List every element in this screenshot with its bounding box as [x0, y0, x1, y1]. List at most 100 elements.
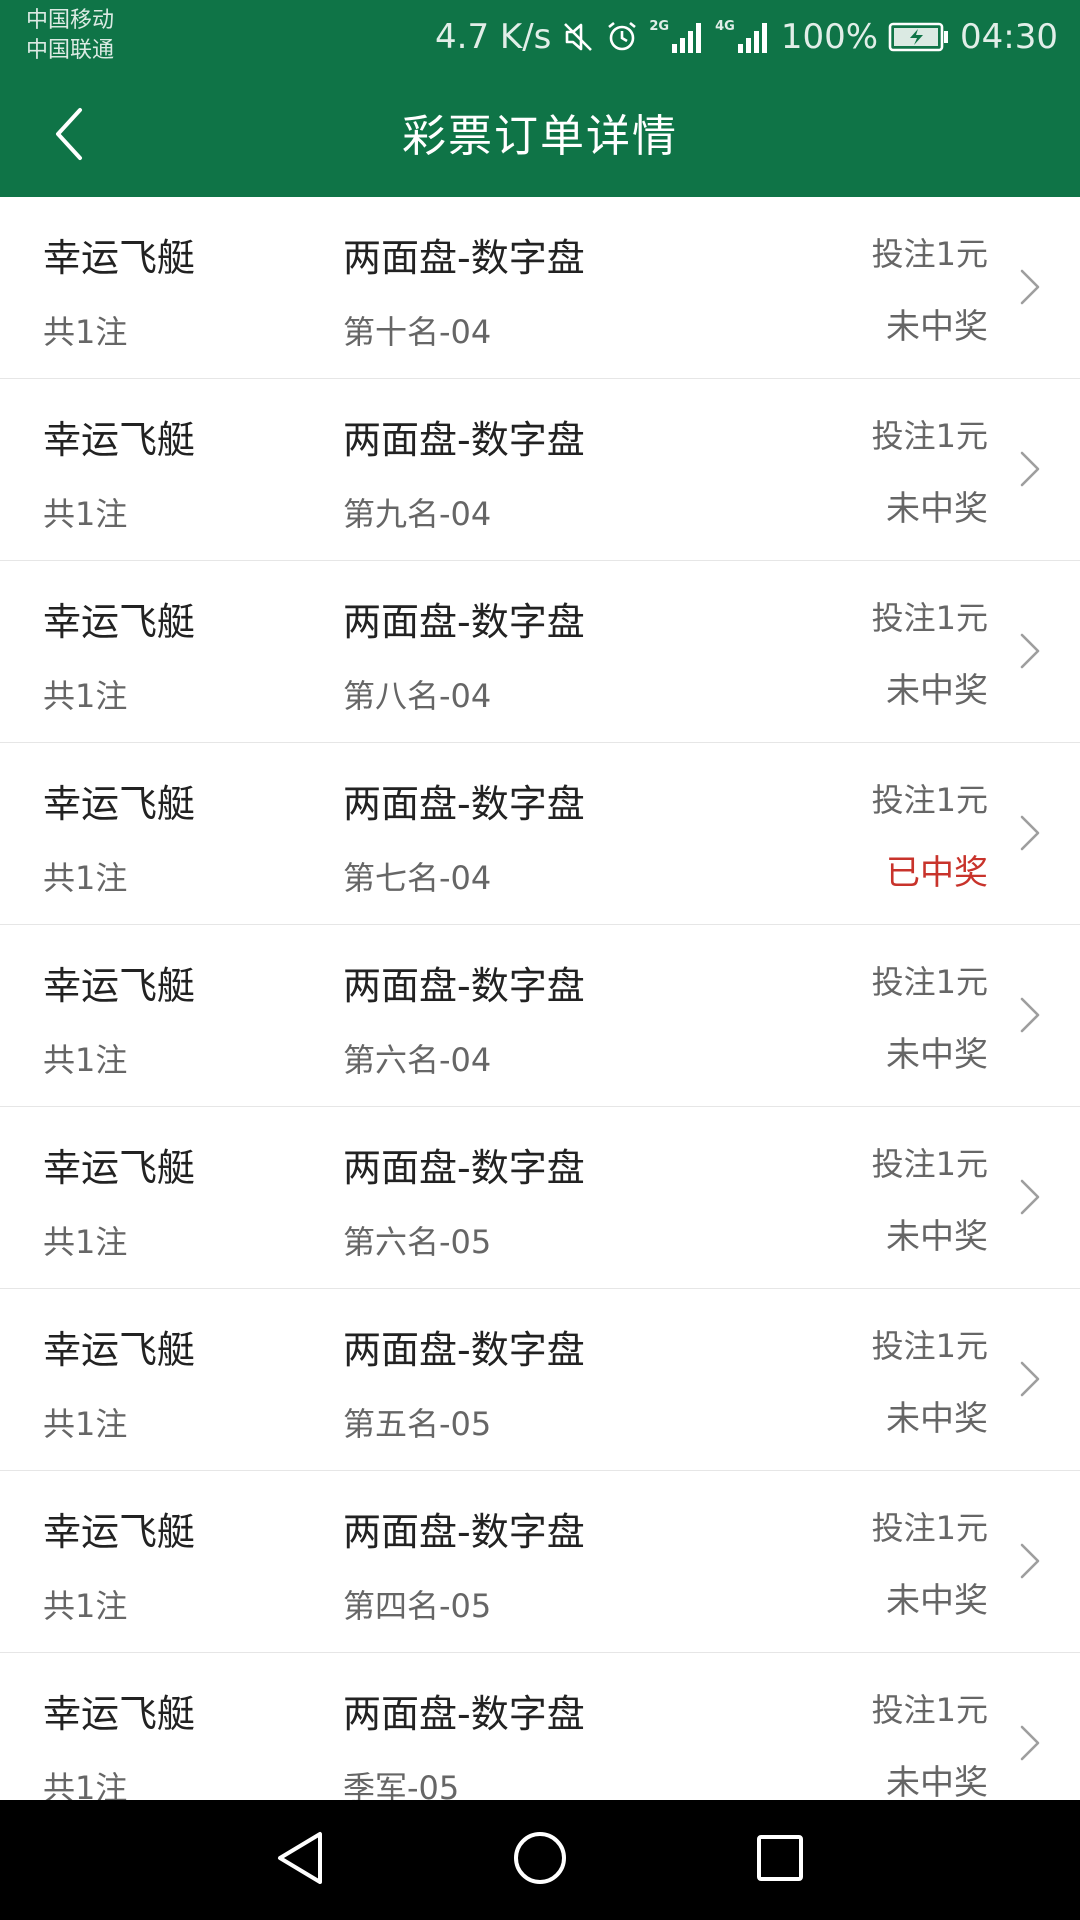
- header-background: 中国移动 中国联通 4.7 K/s 2G 4G 100% 04:30 彩票订单详…: [0, 0, 1080, 197]
- bet-pick: 第四名-05: [343, 1587, 492, 1625]
- signal-1: 2G: [649, 20, 705, 54]
- nav-home-button[interactable]: [500, 1820, 580, 1900]
- result-status: 未中奖: [886, 1217, 988, 1257]
- battery-percent: 100%: [780, 17, 879, 57]
- signal-bars-icon: [671, 20, 705, 54]
- result-status: 未中奖: [886, 1763, 988, 1800]
- carrier-info: 中国移动 中国联通: [26, 6, 114, 66]
- clock-time: 04:30: [960, 17, 1058, 57]
- chevron-right-icon: [1018, 1177, 1042, 1217]
- bet-pick: 第八名-04: [343, 677, 492, 715]
- lottery-name: 幸运飞艇: [43, 1146, 196, 1190]
- bet-count: 共1注: [43, 1223, 128, 1261]
- play-type: 两面盘-数字盘: [343, 236, 585, 280]
- order-list[interactable]: 幸运飞艇 共1注 两面盘-数字盘 第十名-04 投注1元 未中奖 幸运飞艇 共1…: [0, 197, 1080, 1800]
- order-row[interactable]: 幸运飞艇 共1注 两面盘-数字盘 第八名-04 投注1元 未中奖: [0, 561, 1080, 743]
- result-status: 未中奖: [886, 1399, 988, 1439]
- chevron-right-icon: [1018, 1541, 1042, 1581]
- lottery-name: 幸运飞艇: [43, 1510, 196, 1554]
- bet-count: 共1注: [43, 1769, 128, 1800]
- play-type: 两面盘-数字盘: [343, 782, 585, 826]
- nav-back-button[interactable]: [260, 1820, 340, 1900]
- result-status: 未中奖: [886, 489, 988, 529]
- chevron-right-icon: [1018, 995, 1042, 1035]
- order-row[interactable]: 幸运飞艇 共1注 两面盘-数字盘 季军-05 投注1元 未中奖: [0, 1653, 1080, 1800]
- chevron-right-icon: [1018, 631, 1042, 671]
- play-type: 两面盘-数字盘: [343, 1510, 585, 1554]
- alarm-icon: [605, 20, 639, 54]
- status-indicators: 4.7 K/s 2G 4G 100% 04:30: [435, 14, 1058, 60]
- bet-pick: 第九名-04: [343, 495, 492, 533]
- play-type: 两面盘-数字盘: [343, 1146, 585, 1190]
- stake-amount: 投注1元: [871, 963, 988, 1001]
- bet-count: 共1注: [43, 495, 128, 533]
- play-type: 两面盘-数字盘: [343, 1692, 585, 1736]
- bet-pick: 第七名-04: [343, 859, 492, 897]
- bet-count: 共1注: [43, 313, 128, 351]
- bet-count: 共1注: [43, 677, 128, 715]
- result-status: 未中奖: [886, 1581, 988, 1621]
- bet-pick: 第六名-04: [343, 1041, 492, 1079]
- status-bar: 中国移动 中国联通 4.7 K/s 2G 4G 100% 04:30: [0, 0, 1080, 76]
- stake-amount: 投注1元: [871, 1509, 988, 1547]
- bet-count: 共1注: [43, 1587, 128, 1625]
- result-status: 未中奖: [886, 1035, 988, 1075]
- screen: 中国移动 中国联通 4.7 K/s 2G 4G 100% 04:30 彩票订单详…: [0, 0, 1080, 1920]
- play-type: 两面盘-数字盘: [343, 418, 585, 462]
- bet-pick: 第五名-05: [343, 1405, 492, 1443]
- bet-pick: 季军-05: [343, 1769, 460, 1800]
- order-row[interactable]: 幸运飞艇 共1注 两面盘-数字盘 第六名-04 投注1元 未中奖: [0, 925, 1080, 1107]
- lottery-name: 幸运飞艇: [43, 600, 196, 644]
- lottery-name: 幸运飞艇: [43, 964, 196, 1008]
- chevron-right-icon: [1018, 813, 1042, 853]
- signal-2-tag: 4G: [715, 19, 735, 34]
- signal-1-tag: 2G: [649, 19, 670, 34]
- system-navigation-bar: [0, 1800, 1080, 1920]
- stake-amount: 投注1元: [871, 599, 988, 637]
- bet-pick: 第六名-05: [343, 1223, 492, 1261]
- app-bar: 彩票订单详情: [0, 76, 1080, 197]
- order-row[interactable]: 幸运飞艇 共1注 两面盘-数字盘 第四名-05 投注1元 未中奖: [0, 1471, 1080, 1653]
- result-status: 未中奖: [886, 671, 988, 711]
- lottery-name: 幸运飞艇: [43, 418, 196, 462]
- stake-amount: 投注1元: [871, 1145, 988, 1183]
- page-title: 彩票订单详情: [402, 111, 678, 162]
- play-type: 两面盘-数字盘: [343, 1328, 585, 1372]
- result-status: 已中奖: [886, 853, 988, 893]
- signal-2: 4G: [715, 20, 771, 54]
- order-row[interactable]: 幸运飞艇 共1注 两面盘-数字盘 第十名-04 投注1元 未中奖: [0, 197, 1080, 379]
- nav-recents-button[interactable]: [740, 1820, 820, 1900]
- square-recents-icon: [752, 1830, 808, 1890]
- chevron-right-icon: [1018, 449, 1042, 489]
- stake-amount: 投注1元: [871, 1327, 988, 1365]
- stake-amount: 投注1元: [871, 417, 988, 455]
- bet-count: 共1注: [43, 1041, 128, 1079]
- order-row[interactable]: 幸运飞艇 共1注 两面盘-数字盘 第九名-04 投注1元 未中奖: [0, 379, 1080, 561]
- stake-amount: 投注1元: [871, 1691, 988, 1729]
- battery-charging-icon: [888, 21, 950, 53]
- result-status: 未中奖: [886, 307, 988, 347]
- lottery-name: 幸运飞艇: [43, 782, 196, 826]
- bet-pick: 第十名-04: [343, 313, 492, 351]
- order-row[interactable]: 幸运飞艇 共1注 两面盘-数字盘 第五名-05 投注1元 未中奖: [0, 1289, 1080, 1471]
- chevron-right-icon: [1018, 1723, 1042, 1763]
- carrier-1: 中国移动: [26, 8, 115, 33]
- play-type: 两面盘-数字盘: [343, 964, 585, 1008]
- lottery-name: 幸运飞艇: [43, 1692, 196, 1736]
- lottery-name: 幸运飞艇: [43, 1328, 196, 1372]
- order-row[interactable]: 幸运飞艇 共1注 两面盘-数字盘 第六名-05 投注1元 未中奖: [0, 1107, 1080, 1289]
- stake-amount: 投注1元: [871, 235, 988, 273]
- chevron-right-icon: [1018, 1359, 1042, 1399]
- lottery-name: 幸运飞艇: [43, 236, 196, 280]
- signal-bars-icon: [737, 20, 771, 54]
- carrier-2: 中国联通: [26, 38, 115, 63]
- order-row[interactable]: 幸运飞艇 共1注 两面盘-数字盘 第七名-04 投注1元 已中奖: [0, 743, 1080, 925]
- circle-home-icon: [510, 1828, 570, 1892]
- bet-count: 共1注: [43, 1405, 128, 1443]
- triangle-back-icon: [272, 1828, 328, 1892]
- bet-count: 共1注: [43, 859, 128, 897]
- play-type: 两面盘-数字盘: [343, 600, 585, 644]
- stake-amount: 投注1元: [871, 781, 988, 819]
- chevron-right-icon: [1018, 267, 1042, 307]
- mute-icon: [561, 20, 595, 54]
